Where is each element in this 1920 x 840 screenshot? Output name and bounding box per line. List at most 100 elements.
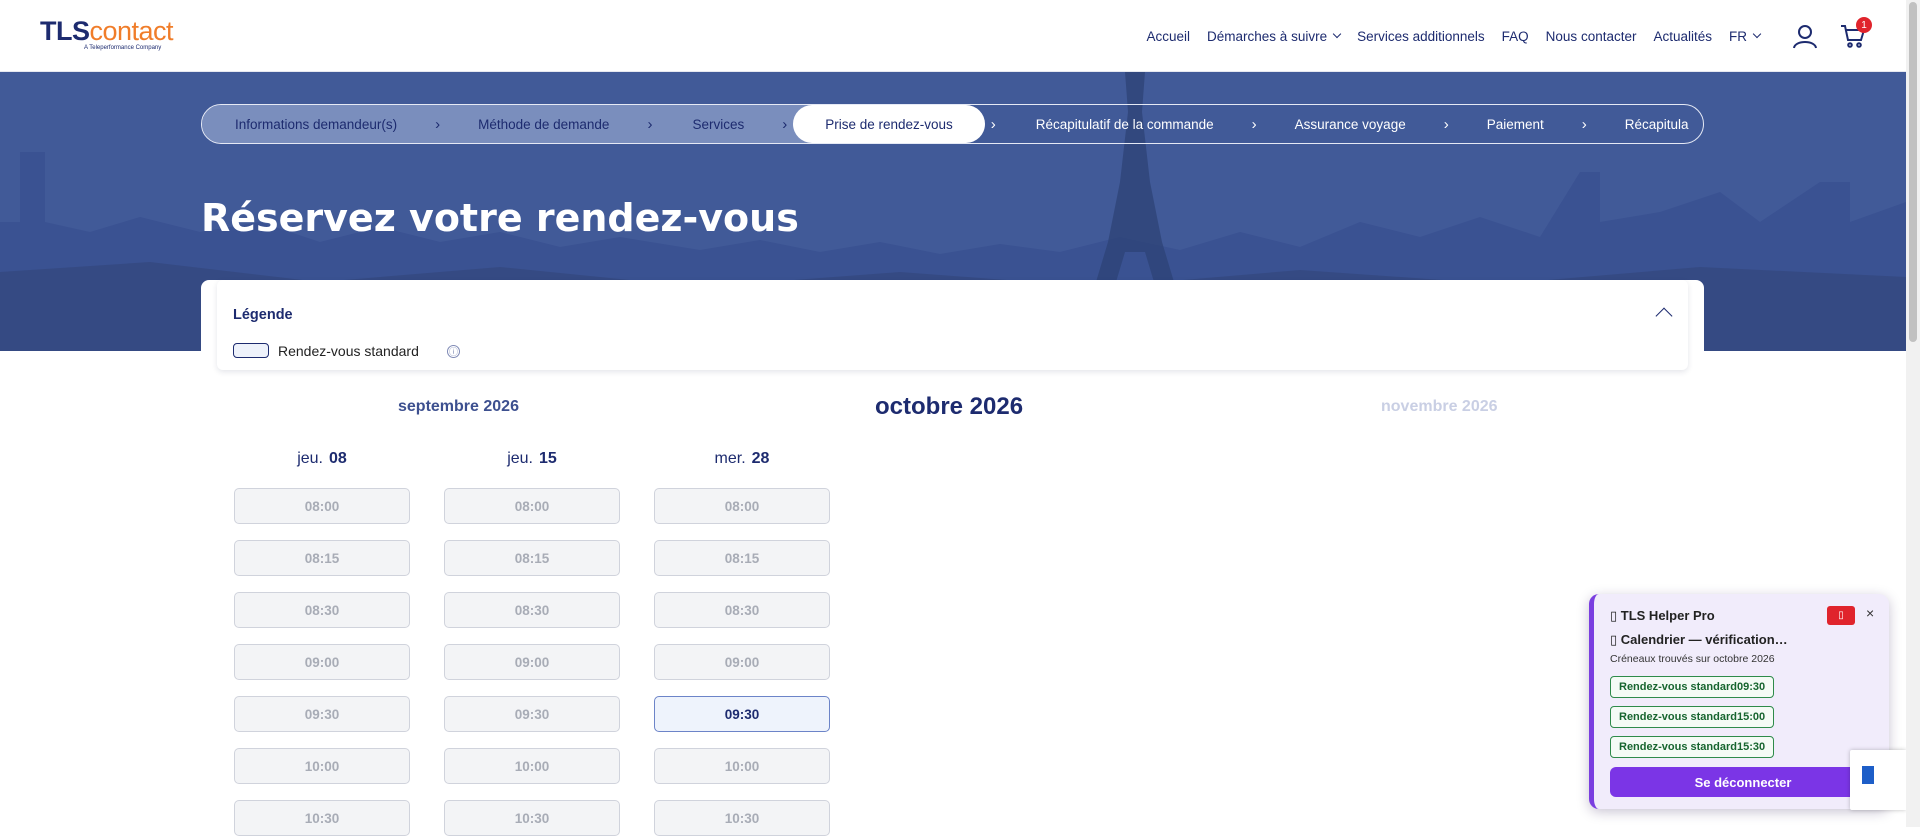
time-slot-unavailable: 10:00 bbox=[234, 748, 410, 784]
step-paiement[interactable]: Paiement bbox=[1487, 105, 1544, 143]
step-label: Assurance voyage bbox=[1294, 116, 1406, 132]
day-column: jeu. 15 08:00 08:15 08:30 09:00 09:30 10:00 10:3… bbox=[444, 450, 620, 836]
time-slot-unavailable: 10:00 bbox=[444, 748, 620, 784]
day-number: 15 bbox=[539, 450, 557, 467]
slot-list: 08:00 08:15 08:30 09:00 09:30 10:00 10:30 bbox=[234, 488, 410, 836]
time-slot-unavailable: 10:30 bbox=[444, 800, 620, 836]
tlscontact-logo[interactable]: TLScontact A Teleperformance Company bbox=[40, 16, 174, 52]
chevron-right-icon: › bbox=[435, 115, 441, 133]
time-slot-unavailable: 10:00 bbox=[654, 748, 830, 784]
standard-appointment-swatch bbox=[233, 343, 269, 358]
close-icon[interactable]: × bbox=[1866, 605, 1874, 621]
day-number: 08 bbox=[329, 450, 347, 467]
time-slot-unavailable: 08:30 bbox=[234, 592, 410, 628]
current-month-label: octobre 2026 bbox=[875, 393, 1024, 420]
step-recapitulatif[interactable]: Récapitula bbox=[1625, 105, 1689, 143]
day-weekday: jeu. bbox=[297, 450, 323, 467]
scrollbar-thumb[interactable] bbox=[1909, 2, 1917, 342]
info-icon[interactable]: ⓘ bbox=[447, 345, 460, 358]
slot-list: 08:00 08:15 08:30 09:00 09:30 10:00 10:30 bbox=[654, 488, 830, 836]
chevron-right-icon: › bbox=[647, 115, 653, 133]
next-month-button[interactable]: novembre 2026 bbox=[1381, 398, 1498, 416]
found-slot-tag[interactable]: Rendez-vous standard09:30 bbox=[1610, 676, 1775, 698]
prev-month-button[interactable]: septembre 2026 bbox=[398, 398, 519, 416]
step-assurance-voyage[interactable]: Assurance voyage bbox=[1295, 105, 1406, 143]
helper-subtitle: Créneaux trouvés sur octobre 2026 bbox=[1610, 653, 1775, 665]
time-slot-unavailable: 08:00 bbox=[444, 488, 620, 524]
helper-red-button[interactable]: ▯ bbox=[1827, 606, 1855, 625]
tls-helper-panel: ▯ TLS Helper Pro ▯ × ▯ Calendrier — véri… bbox=[1589, 594, 1889, 809]
language-selector[interactable]: FR bbox=[1729, 28, 1762, 44]
recaptcha-badge[interactable] bbox=[1850, 750, 1906, 810]
day-header: jeu. 15 bbox=[444, 450, 620, 472]
chevron-right-icon: › bbox=[782, 115, 788, 133]
page-title: Réservez votre rendez-vous bbox=[201, 196, 799, 240]
helper-red-button-icon: ▯ bbox=[1838, 610, 1844, 621]
nav-actualites[interactable]: Actualités bbox=[1653, 29, 1712, 44]
time-slot-unavailable: 08:30 bbox=[444, 592, 620, 628]
helper-status: ▯ Calendrier — vérification… bbox=[1610, 632, 1788, 647]
day-number: 28 bbox=[751, 450, 770, 467]
legend-item-label: Rendez-vous standard bbox=[278, 343, 419, 359]
chevron-down-icon bbox=[1752, 29, 1762, 39]
day-header: jeu. 08 bbox=[234, 450, 410, 472]
day-column: jeu. 08 08:00 08:15 08:30 09:00 09:30 10:00 10:3… bbox=[234, 450, 410, 836]
time-slot-unavailable: 09:00 bbox=[234, 644, 410, 680]
nav-label: Démarches à suivre bbox=[1207, 28, 1328, 44]
time-slot-unavailable: 08:30 bbox=[654, 592, 830, 628]
day-weekday: mer. bbox=[714, 450, 746, 467]
nav-accueil[interactable]: Accueil bbox=[1147, 29, 1191, 44]
legend-title: Légende bbox=[233, 307, 293, 323]
found-slot-tag[interactable]: Rendez-vous standard15:30 bbox=[1610, 736, 1775, 758]
nav-services-additionnels[interactable]: Services additionnels bbox=[1357, 29, 1485, 44]
nav-demarches[interactable]: Démarches à suivre bbox=[1207, 28, 1342, 44]
helper-title: ▯ TLS Helper Pro bbox=[1610, 608, 1715, 623]
chevron-down-icon bbox=[1332, 29, 1342, 39]
nav-label: Actualités bbox=[1653, 28, 1712, 44]
user-icon bbox=[1793, 25, 1817, 49]
time-slot-unavailable: 08:00 bbox=[654, 488, 830, 524]
chevron-right-icon: › bbox=[1581, 115, 1587, 133]
step-prise-de-rendez-vous[interactable]: Prise de rendez-vous bbox=[793, 105, 985, 143]
cart-button[interactable]: 1 bbox=[1840, 17, 1872, 49]
nav-label: Nous contacter bbox=[1545, 28, 1637, 44]
logo-tagline: A Teleperformance Company bbox=[84, 45, 162, 51]
time-slot-unavailable: 08:00 bbox=[234, 488, 410, 524]
booking-card: Légende Rendez-vous standard ⓘ septembre… bbox=[201, 280, 1704, 840]
time-slot-unavailable: 09:30 bbox=[444, 696, 620, 732]
nav-label: FAQ bbox=[1501, 28, 1529, 44]
account-button[interactable] bbox=[1792, 23, 1818, 49]
step-methode-de-demande[interactable]: Méthode de demande bbox=[478, 105, 609, 143]
page-scrollbar[interactable] bbox=[1906, 0, 1920, 827]
site-header: TLScontact A Teleperformance Company Acc… bbox=[0, 0, 1906, 72]
step-label: Récapitulatif de la commande bbox=[1035, 116, 1214, 132]
recaptcha-icon bbox=[1862, 766, 1874, 784]
time-slot-unavailable: 10:30 bbox=[234, 800, 410, 836]
nav-nous-contacter[interactable]: Nous contacter bbox=[1546, 29, 1637, 44]
legend-panel: Légende Rendez-vous standard ⓘ bbox=[217, 280, 1688, 370]
main-nav: Accueil Démarches à suivre Services addi… bbox=[1130, 0, 1872, 72]
step-label: Récapitula bbox=[1624, 116, 1689, 132]
chevron-right-icon: › bbox=[1251, 115, 1257, 133]
step-label: Services bbox=[692, 116, 745, 132]
time-slot-available[interactable]: 09:30 bbox=[654, 696, 830, 732]
step-recapitulatif-commande[interactable]: Récapitulatif de la commande bbox=[1036, 105, 1214, 143]
logo-brand-accent: contact bbox=[89, 16, 174, 46]
cart-count-badge: 1 bbox=[1856, 17, 1872, 33]
step-label: Informations demandeur(s) bbox=[235, 116, 398, 132]
step-label: Méthode de demande bbox=[478, 116, 610, 132]
step-informations-demandeurs[interactable]: Informations demandeur(s) bbox=[235, 105, 397, 143]
time-slot-unavailable: 09:30 bbox=[234, 696, 410, 732]
logout-button[interactable]: Se déconnecter bbox=[1610, 767, 1876, 797]
nav-label: Services additionnels bbox=[1357, 28, 1485, 44]
found-slot-tag[interactable]: Rendez-vous standard15:00 bbox=[1610, 706, 1775, 728]
language-label: FR bbox=[1729, 28, 1747, 44]
time-slot-unavailable: 08:15 bbox=[444, 540, 620, 576]
day-header: mer. 28 bbox=[654, 450, 830, 472]
time-slot-unavailable: 08:15 bbox=[654, 540, 830, 576]
time-slot-unavailable: 10:30 bbox=[654, 800, 830, 836]
nav-faq[interactable]: FAQ bbox=[1502, 29, 1529, 44]
chevron-up-icon[interactable] bbox=[1655, 307, 1673, 325]
step-services[interactable]: Services bbox=[692, 105, 744, 143]
nav-label: Accueil bbox=[1146, 28, 1191, 44]
